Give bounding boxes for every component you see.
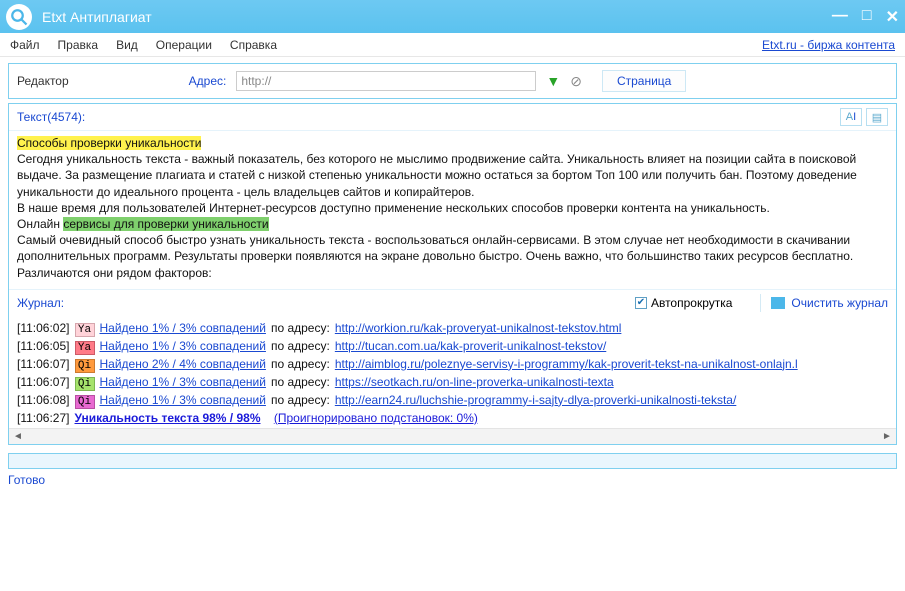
timestamp: [11:06:08] — [17, 393, 70, 407]
log-line: [11:06:05] Ya Найдено 1% / 3% совпадений п… — [17, 338, 888, 356]
scroll-right-icon[interactable]: ► — [880, 430, 894, 442]
scroll-left-icon[interactable]: ◄ — [11, 430, 25, 442]
maximize-icon[interactable]: □ — [862, 7, 872, 27]
brush-icon — [771, 297, 785, 309]
timestamp: [11:06:27] — [17, 411, 70, 425]
window-title: Etxt Антиплагиат — [42, 9, 832, 25]
external-link[interactable]: Etxt.ru - биржа контента — [762, 38, 895, 52]
text-p2: В наше время для пользователей Интернет-… — [17, 201, 770, 215]
log-line: [11:06:07] Qi Найдено 2% / 4% совпадений п… — [17, 356, 888, 374]
url-link[interactable]: https://seotkach.ru/on-line-proverka-uni… — [335, 375, 614, 389]
editor-label: Редактор — [17, 74, 69, 88]
menu-help[interactable]: Справка — [230, 38, 277, 52]
engine-badge: Qi — [75, 395, 95, 409]
timestamp: [11:06:07] — [17, 375, 70, 389]
menu-view[interactable]: Вид — [116, 38, 138, 52]
autoscroll-checkbox[interactable]: ✔ Автопрокрутка — [635, 296, 732, 310]
text-p4: Самый очевидный способ быстро узнать уни… — [17, 233, 853, 263]
checkbox-checked-icon: ✔ — [635, 297, 647, 309]
clear-journal-button[interactable]: Очистить журнал — [771, 296, 888, 310]
progress-bar — [8, 453, 897, 469]
address-text: по адресу: — [271, 339, 330, 353]
text-count-label: Текст(4574): — [17, 110, 836, 124]
engine-badge: Ya — [75, 323, 95, 337]
title-bar: Etxt Антиплагиат — □ ✕ — [0, 0, 905, 33]
highlight-green: сервисы для проверки уникальности — [63, 217, 268, 231]
log-line: [11:06:07] Qi Найдено 1% / 3% совпадений п… — [17, 374, 888, 392]
clear-journal-label: Очистить журнал — [791, 296, 888, 310]
menu-file[interactable]: Файл — [10, 38, 40, 52]
address-text: по адресу: — [271, 393, 330, 407]
separator — [760, 294, 761, 312]
url-link[interactable]: http://aimblog.ru/poleznye-servisy-i-pro… — [335, 357, 798, 371]
log-line: [11:06:02] Ya Найдено 1% / 3% совпадений п… — [17, 320, 888, 338]
toolbar: Редактор Адрес: ▼ ⊘ Страница — [8, 63, 897, 99]
match-link[interactable]: Найдено 1% / 3% совпадений — [100, 375, 266, 389]
journal-header: Журнал: ✔ Автопрокрутка Очистить журнал — [9, 289, 896, 316]
engine-badge: Ya — [75, 341, 95, 355]
url-link[interactable]: http://tucan.com.ua/kak-proverit-unikaln… — [335, 339, 606, 353]
menu-bar: Файл Правка Вид Операции Справка Etxt.ru… — [0, 33, 905, 57]
address-text: по адресу: — [271, 321, 330, 335]
journal-log: [11:06:02] Ya Найдено 1% / 3% совпадений п… — [9, 316, 896, 428]
minimize-icon[interactable]: — — [832, 7, 848, 27]
url-link[interactable]: http://earn24.ru/luchshie-programmy-i-sa… — [335, 393, 736, 407]
address-input[interactable] — [236, 71, 536, 91]
layout-tool-icon[interactable]: ▤ — [866, 108, 888, 126]
log-line: [11:06:08] Qi Найдено 1% / 3% совпадений п… — [17, 392, 888, 410]
address-label: Адрес: — [189, 74, 227, 88]
final-result-line: [11:06:27] Уникальность текста 98% / 98%… — [17, 410, 888, 426]
text-p5: Различаются они рядом факторов: — [17, 266, 212, 280]
timestamp: [11:06:05] — [17, 339, 70, 353]
autoscroll-label: Автопрокрутка — [651, 296, 732, 310]
address-text: по адресу: — [271, 357, 330, 371]
engine-badge: Qi — [75, 359, 95, 373]
status-bar: Готово — [0, 471, 905, 491]
match-link[interactable]: Найдено 1% / 3% совпадений — [100, 321, 266, 335]
close-icon[interactable]: ✕ — [886, 7, 899, 27]
font-tool-icon[interactable]: AI — [840, 108, 862, 126]
horizontal-scrollbar[interactable]: ◄ ► — [9, 428, 896, 444]
timestamp: [11:06:07] — [17, 357, 70, 371]
highlight-yellow: Способы проверки уникальности — [17, 136, 201, 150]
cancel-icon[interactable]: ⊘ — [570, 73, 582, 90]
engine-badge: Qi — [75, 377, 95, 391]
uniqueness-result[interactable]: Уникальность текста 98% / 98% — [75, 411, 261, 425]
download-icon[interactable]: ▼ — [546, 73, 560, 89]
journal-label: Журнал: — [17, 296, 635, 310]
text-p1: Сегодня уникальность текста - важный пок… — [17, 152, 857, 198]
address-text: по адресу: — [271, 375, 330, 389]
menu-operations[interactable]: Операции — [156, 38, 212, 52]
match-link[interactable]: Найдено 1% / 3% совпадений — [100, 393, 266, 407]
ignored-substitutions[interactable]: (Проигнорировано подстановок: 0%) — [274, 411, 478, 425]
menu-edit[interactable]: Правка — [58, 38, 99, 52]
text-p3a: Онлайн — [17, 217, 63, 231]
url-link[interactable]: http://workion.ru/kak-proveryat-unikalno… — [335, 321, 622, 335]
match-link[interactable]: Найдено 1% / 3% совпадений — [100, 339, 266, 353]
text-panel-header: Текст(4574): AI ▤ — [9, 104, 896, 131]
text-content[interactable]: Способы проверки уникальности Сегодня ун… — [9, 131, 896, 289]
content-panel: Текст(4574): AI ▤ Способы проверки уника… — [8, 103, 897, 445]
match-link[interactable]: Найдено 2% / 4% совпадений — [100, 357, 266, 371]
page-tab[interactable]: Страница — [602, 70, 686, 92]
app-logo — [6, 4, 32, 30]
timestamp: [11:06:02] — [17, 321, 70, 335]
